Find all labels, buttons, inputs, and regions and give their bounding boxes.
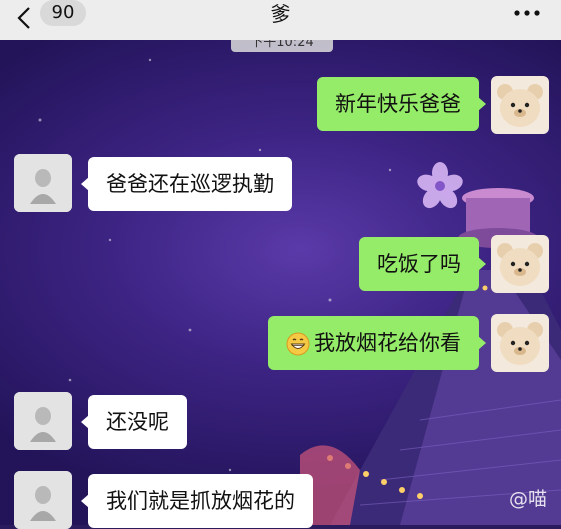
message-text: 我放烟花给你看	[314, 331, 461, 355]
contact-photo-icon	[14, 392, 72, 450]
teddy-bear-icon	[497, 84, 543, 127]
avatar-contact[interactable]	[14, 392, 72, 450]
message-text: 我们就是抓放烟花的	[106, 489, 295, 513]
teddy-bear-icon	[497, 322, 543, 365]
bubble-tail	[81, 494, 89, 508]
bubble-tail	[478, 336, 486, 350]
grin-emoji-icon	[286, 332, 310, 356]
avatar-self[interactable]	[491, 314, 549, 372]
message-bubble-contact[interactable]: 还没呢	[81, 395, 187, 449]
avatar-contact[interactable]	[14, 154, 72, 212]
message-text: 吃饭了吗	[377, 252, 461, 276]
message-bubble-contact[interactable]: 我们就是抓放烟花的	[81, 474, 313, 528]
message-text: 新年快乐爸爸	[335, 92, 461, 116]
contact-photo-icon	[14, 154, 72, 212]
chat-header: 90 爹	[0, 0, 561, 40]
bubble-tail	[81, 177, 89, 191]
message-text: 爸爸还在巡逻执勤	[106, 172, 274, 196]
avatar-self[interactable]	[491, 235, 549, 293]
bubble-tail	[478, 97, 486, 111]
bubble-tail	[478, 257, 486, 271]
chat-title: 爹	[270, 2, 291, 26]
message-bubble-self[interactable]: 吃饭了吗	[359, 237, 486, 291]
teddy-bear-icon	[497, 243, 543, 286]
contact-photo-icon	[14, 471, 72, 529]
message-bubble-self[interactable]: 我放烟花给你看	[268, 316, 486, 370]
more-options-icon[interactable]	[513, 8, 541, 18]
watermark: @喵	[508, 488, 547, 510]
message-text: 还没呢	[106, 410, 169, 434]
avatar-self[interactable]	[491, 76, 549, 134]
bubble-tail	[81, 415, 89, 429]
message-bubble-contact[interactable]: 爸爸还在巡逻执勤	[81, 157, 292, 211]
avatar-contact[interactable]	[14, 471, 72, 529]
message-bubble-self[interactable]: 新年快乐爸爸	[317, 77, 486, 131]
